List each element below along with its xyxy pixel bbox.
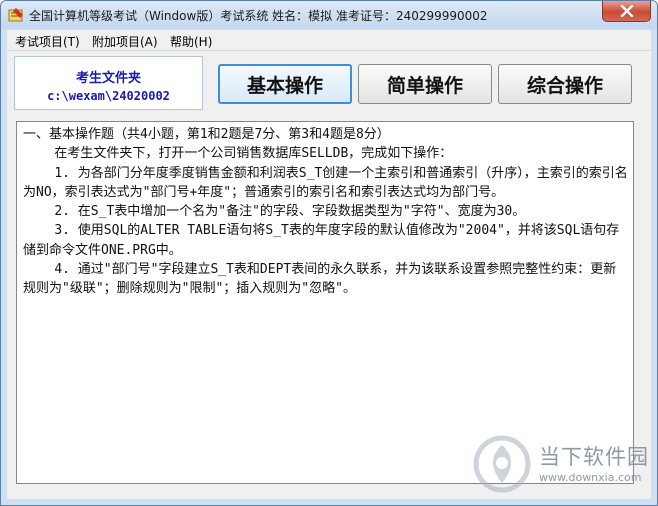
window-title: 全国计算机等级考试（Window版）考试系统 姓名：模拟 准考证号：240299… bbox=[29, 9, 488, 23]
app-logo-icon bbox=[8, 7, 24, 23]
folder-path: c:\wexam\24020002 bbox=[47, 89, 170, 103]
folder-title: 考生文件夹 bbox=[75, 71, 141, 86]
question-text-area[interactable]: 一、基本操作题（共4小题，第1和2题是7分、第3和4题是8分） 在考生文件夹下，… bbox=[16, 121, 634, 484]
main-content: 考生文件夹 c:\wexam\24020002 基本操作 简单操作 综合操作 一… bbox=[7, 51, 651, 499]
question-line: 1. 为各部门分年度季度销售金额和利润表S_T创建一个主索引和普通索引（升序），… bbox=[23, 165, 628, 200]
watermark: 当下软件园 www.downxia.com bbox=[471, 433, 648, 495]
title-bar[interactable]: 全国计算机等级考试（Window版）考试系统 姓名：模拟 准考证号：240299… bbox=[1, 1, 657, 29]
app-window: 全国计算机等级考试（Window版）考试系统 姓名：模拟 准考证号：240299… bbox=[0, 0, 658, 506]
menu-bar: 考试项目(T) 附加项目(A) 帮助(H) bbox=[7, 30, 651, 51]
tab-comprehensive-operation[interactable]: 综合操作 bbox=[498, 64, 632, 104]
question-line: 一、基本操作题（共4小题，第1和2题是7分、第3和4题是8分） bbox=[23, 127, 390, 142]
question-line: 2. 在S_T表中增加一个名为"备注"的字段、字段数据类型为"字符"、宽度为30… bbox=[23, 204, 526, 220]
close-icon bbox=[620, 5, 633, 17]
watermark-url: www.downxia.com bbox=[539, 471, 642, 484]
candidate-folder-panel[interactable]: 考生文件夹 c:\wexam\24020002 bbox=[14, 56, 203, 110]
tab-basic-operation[interactable]: 基本操作 bbox=[218, 64, 352, 104]
tab-simple-operation[interactable]: 简单操作 bbox=[358, 64, 492, 104]
question-line: 在考生文件夹下，打开一个公司销售数据库SELLDB，完成如下操作： bbox=[23, 146, 453, 162]
menu-extra-items[interactable]: 附加项目(A) bbox=[92, 33, 158, 50]
question-line: 4. 通过"部门号"字段建立S_T表和DEPT表间的永久联系，并为该联系设置参照… bbox=[23, 262, 617, 297]
menu-help[interactable]: 帮助(H) bbox=[170, 33, 212, 50]
menu-exam-items[interactable]: 考试项目(T) bbox=[15, 33, 80, 50]
question-line: 3. 使用SQL的ALTER TABLE语句将S_T表的年度字段的默认值修改为"… bbox=[23, 223, 620, 258]
close-button[interactable] bbox=[602, 1, 651, 22]
watermark-name: 当下软件园 bbox=[539, 445, 649, 469]
watermark-logo-icon bbox=[473, 435, 531, 493]
